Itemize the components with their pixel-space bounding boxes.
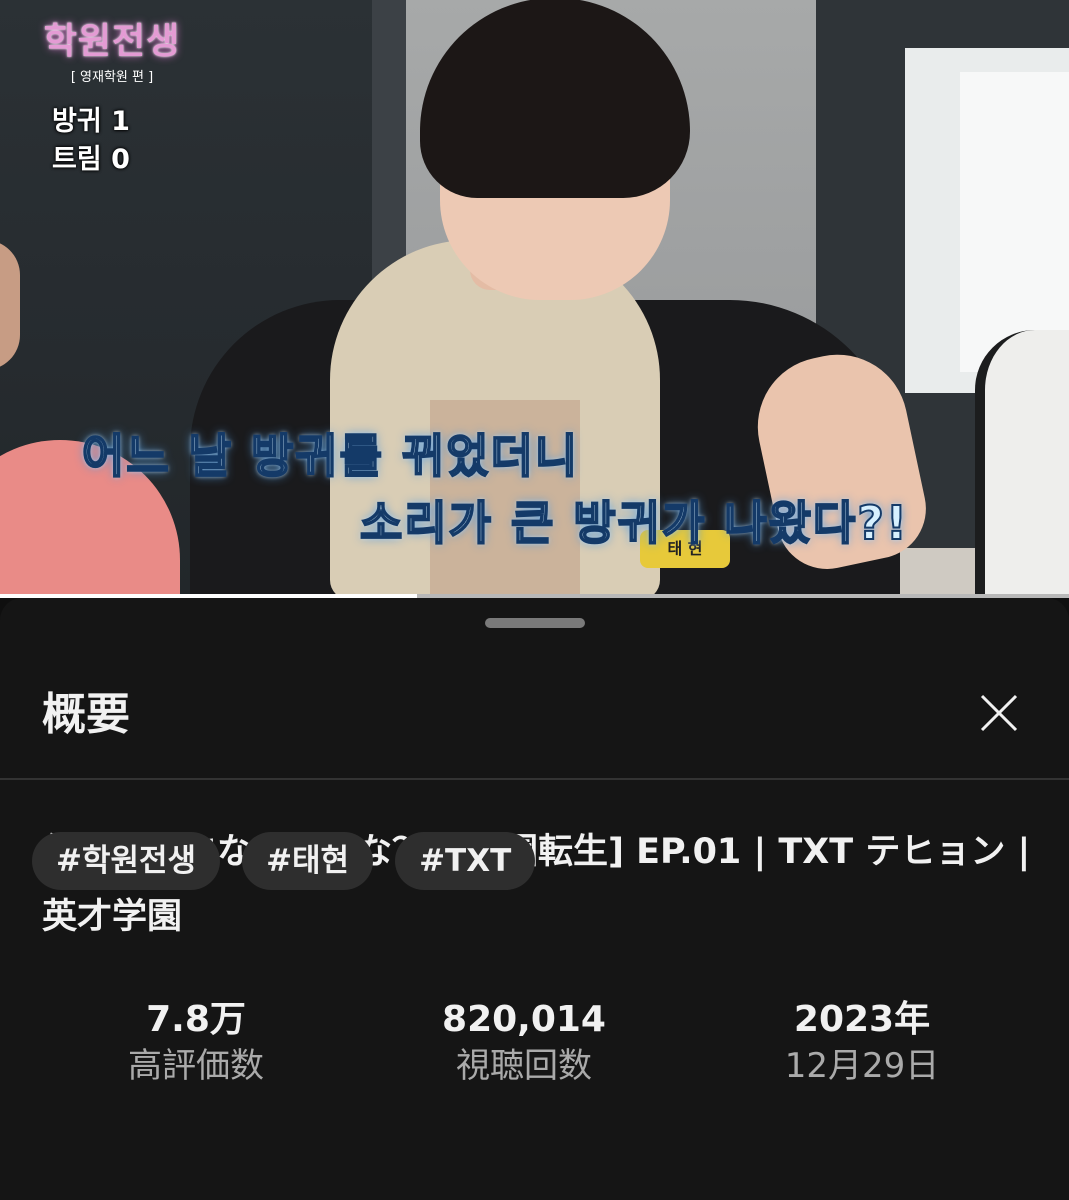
video-stats: 7.8万 高評価数 820,014 視聴回数 2023年 12月29日 bbox=[0, 996, 1069, 1106]
hashtag-list: #학원전생 #태현 #TXT bbox=[32, 832, 536, 892]
close-button[interactable] bbox=[970, 684, 1028, 742]
sheet-drag-handle[interactable] bbox=[485, 618, 585, 628]
close-icon bbox=[980, 694, 1018, 732]
score-line-burp: 트림 0 bbox=[52, 144, 130, 175]
hashtag-chip[interactable]: #태현 bbox=[242, 832, 374, 890]
hashtag-chip[interactable]: #학원전생 bbox=[32, 832, 221, 890]
show-logo-title: 학원전생 bbox=[43, 20, 181, 62]
views-stat: 820,014 視聴回数 bbox=[374, 996, 674, 1088]
likes-stat: 7.8万 高評価数 bbox=[46, 996, 346, 1088]
subtitle-line-2: 소리가 큰 방귀가 나왔다?! bbox=[359, 495, 909, 551]
score-line-fart: 방귀 1 bbox=[52, 106, 130, 137]
divider bbox=[0, 778, 1069, 780]
upload-date: 12月29日 bbox=[784, 1046, 940, 1086]
upload-year: 2023年 bbox=[793, 999, 931, 1040]
views-label: 視聴回数 bbox=[456, 1046, 592, 1086]
sheet-title: 概要 bbox=[42, 689, 130, 740]
description-sheet: 概要 僕が英才になれるかな？| [学園転生] EP.01 | TXT テヒョン … bbox=[0, 598, 1069, 1200]
likes-label: 高評価数 bbox=[128, 1046, 264, 1086]
video-player[interactable]: 태 현 학원전생 [ 영재학원 편 ] 방귀 1 트림 0 어느 날 방귀를 뀌… bbox=[0, 0, 1069, 598]
date-stat: 2023年 12月29日 bbox=[712, 996, 1012, 1088]
subtitle-line-1: 어느 날 방귀를 뀌었더니 bbox=[81, 428, 580, 484]
score-overlay: 방귀 1 트림 0 bbox=[52, 103, 130, 179]
show-logo: 학원전생 [ 영재학원 편 ] bbox=[22, 12, 202, 85]
views-count: 820,014 bbox=[442, 999, 606, 1040]
hashtag-chip[interactable]: #TXT bbox=[395, 832, 536, 890]
likes-count: 7.8万 bbox=[146, 999, 246, 1040]
show-logo-subtitle: [ 영재학원 편 ] bbox=[70, 70, 154, 85]
